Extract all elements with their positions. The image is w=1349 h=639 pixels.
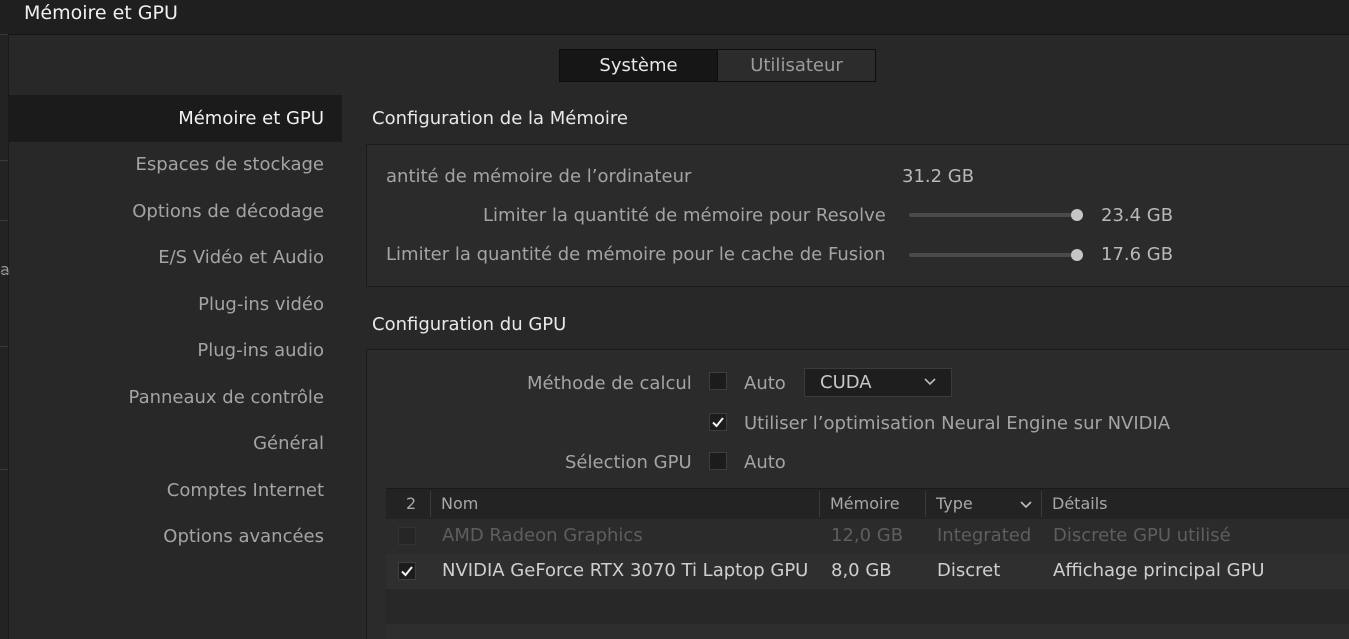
tab-utilisateur[interactable]: Utilisateur bbox=[718, 50, 875, 81]
column-header-memory[interactable]: Mémoire bbox=[830, 494, 900, 513]
gpu-type: Integrated bbox=[937, 525, 1032, 546]
table-row-empty bbox=[386, 624, 1349, 639]
sidebar-item-options-decodage[interactable]: Options de décodage bbox=[8, 188, 342, 235]
slider-fill bbox=[909, 253, 1077, 257]
sidebar-item-es-video-audio[interactable]: E/S Vidéo et Audio bbox=[8, 235, 342, 282]
sidebar-item-comptes-internet[interactable]: Comptes Internet bbox=[8, 467, 342, 514]
memory-section-title: Configuration de la Mémoire bbox=[372, 108, 628, 129]
sidebar-item-panneaux-controle[interactable]: Panneaux de contrôle bbox=[8, 374, 342, 421]
gpu-details: Discrete GPU utilisé bbox=[1053, 525, 1231, 546]
column-separator[interactable] bbox=[430, 491, 431, 517]
gpu-section-title: Configuration du GPU bbox=[372, 314, 567, 335]
compute-method-label: Méthode de calcul bbox=[527, 373, 692, 394]
compute-method-auto-label: Auto bbox=[744, 373, 786, 394]
settings-sidebar: Mémoire et GPU Espaces de stockage Optio… bbox=[8, 95, 342, 560]
neural-engine-checkbox[interactable] bbox=[709, 413, 727, 431]
divider bbox=[0, 160, 8, 161]
sidebar-item-options-avancees[interactable]: Options avancées bbox=[8, 514, 342, 561]
divider bbox=[0, 346, 8, 347]
window-title: Mémoire et GPU bbox=[24, 2, 178, 24]
sidebar-item-plugins-video[interactable]: Plug-ins vidéo bbox=[8, 281, 342, 328]
title-bar: Mémoire et GPU bbox=[0, 0, 1349, 35]
sidebar-item-plugins-audio[interactable]: Plug-ins audio bbox=[8, 328, 342, 375]
tab-systeme[interactable]: Système bbox=[560, 50, 718, 81]
column-separator[interactable] bbox=[1041, 491, 1042, 517]
fusion-cache-value: 17.6 GB bbox=[1101, 244, 1174, 265]
gpu-name: AMD Radeon Graphics bbox=[442, 525, 643, 546]
resolve-memory-label: Limiter la quantité de mémoire pour Reso… bbox=[483, 205, 886, 226]
checkmark-icon bbox=[401, 566, 413, 577]
resolve-memory-value: 23.4 GB bbox=[1101, 205, 1174, 226]
resolve-memory-slider[interactable] bbox=[909, 209, 1083, 221]
gpu-row-checkbox bbox=[398, 527, 416, 545]
slider-knob[interactable] bbox=[1071, 249, 1083, 261]
compute-method-select[interactable]: CUDA bbox=[804, 368, 952, 397]
gpu-selection-auto-label: Auto bbox=[744, 452, 786, 473]
slider-fill bbox=[909, 213, 1077, 217]
table-row-empty bbox=[386, 589, 1349, 624]
table-row[interactable]: NVIDIA GeForce RTX 3070 Ti Laptop GPU 8,… bbox=[386, 554, 1349, 589]
gpu-type: Discret bbox=[937, 560, 1001, 581]
divider bbox=[0, 220, 8, 221]
divider bbox=[0, 469, 8, 470]
slider-knob[interactable] bbox=[1071, 209, 1083, 221]
chevron-down-icon bbox=[924, 378, 936, 386]
column-header-type[interactable]: Type bbox=[936, 494, 973, 513]
column-header-count[interactable]: 2 bbox=[406, 494, 416, 513]
gpu-details: Affichage principal GPU bbox=[1053, 560, 1265, 581]
table-row[interactable]: AMD Radeon Graphics 12,0 GB Integrated D… bbox=[386, 519, 1349, 554]
gpu-table-header: 2 Nom Mémoire Type Détails bbox=[386, 488, 1349, 521]
column-separator[interactable] bbox=[925, 491, 926, 517]
settings-scope-tabs: Système Utilisateur bbox=[559, 49, 876, 82]
sidebar-item-general[interactable]: Général bbox=[8, 421, 342, 468]
divider bbox=[0, 272, 8, 273]
compute-method-auto-checkbox[interactable] bbox=[709, 372, 727, 390]
neural-engine-label: Utiliser l’optimisation Neural Engine su… bbox=[744, 413, 1171, 434]
gpu-name: NVIDIA GeForce RTX 3070 Ti Laptop GPU bbox=[442, 560, 809, 581]
fusion-cache-label: Limiter la quantité de mémoire pour le c… bbox=[386, 244, 886, 265]
column-separator[interactable] bbox=[819, 491, 820, 517]
checkmark-icon bbox=[712, 417, 724, 428]
gpu-selection-auto-checkbox[interactable] bbox=[709, 452, 727, 470]
column-header-name[interactable]: Nom bbox=[441, 494, 478, 513]
fusion-cache-slider[interactable] bbox=[909, 249, 1083, 261]
compute-method-value: CUDA bbox=[820, 372, 872, 393]
divider bbox=[0, 34, 8, 35]
sidebar-item-espaces-stockage[interactable]: Espaces de stockage bbox=[8, 142, 342, 189]
sidebar-item-memoire-gpu[interactable]: Mémoire et GPU bbox=[8, 95, 342, 142]
system-memory-value: 31.2 GB bbox=[902, 166, 975, 187]
column-header-details[interactable]: Détails bbox=[1052, 494, 1107, 513]
chevron-down-icon[interactable] bbox=[1019, 500, 1033, 510]
gpu-memory: 8,0 GB bbox=[831, 560, 892, 581]
gpu-memory: 12,0 GB bbox=[831, 525, 904, 546]
gpu-selection-label: Sélection GPU bbox=[565, 452, 692, 473]
gpu-table: 2 Nom Mémoire Type Détails AMD Radeon Gr… bbox=[386, 488, 1349, 639]
system-memory-label: antité de mémoire de l’ordinateur bbox=[386, 166, 692, 187]
gpu-row-checkbox[interactable] bbox=[398, 562, 416, 580]
